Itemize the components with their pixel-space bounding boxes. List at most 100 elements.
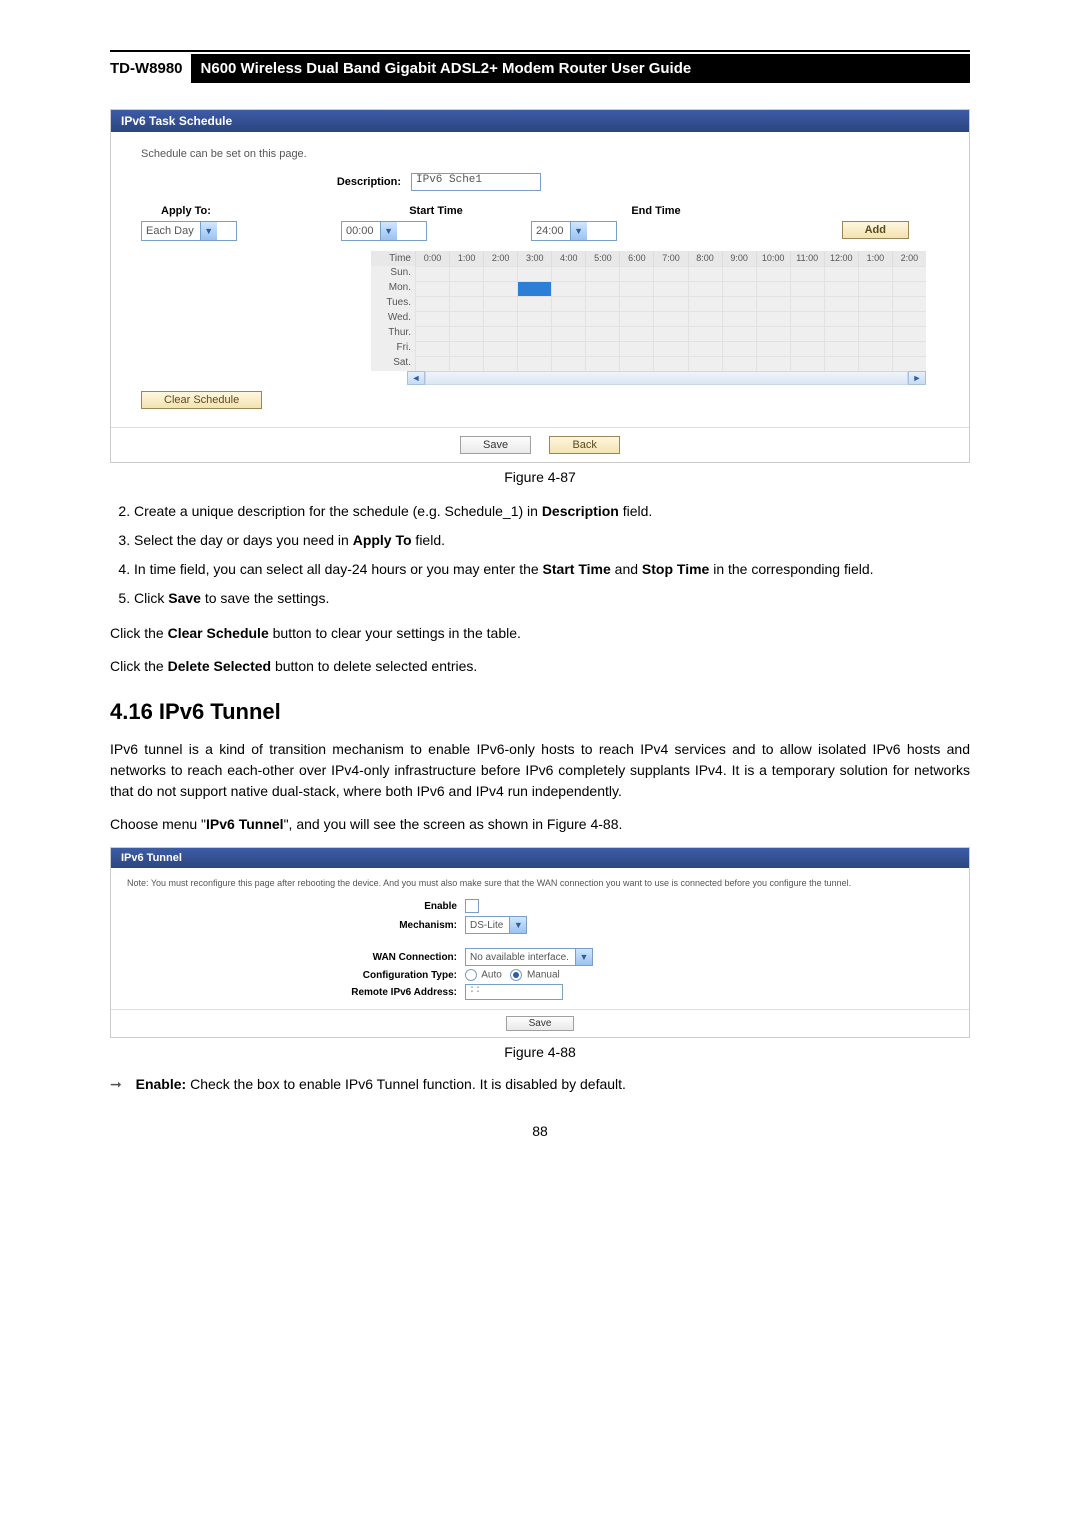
grid-cell[interactable] bbox=[688, 356, 722, 371]
grid-cell[interactable] bbox=[790, 311, 824, 326]
grid-cell[interactable] bbox=[653, 341, 687, 356]
grid-cell[interactable] bbox=[585, 356, 619, 371]
enable-checkbox[interactable] bbox=[465, 899, 479, 913]
grid-cell[interactable] bbox=[892, 356, 926, 371]
grid-cell[interactable] bbox=[551, 341, 585, 356]
grid-cell[interactable] bbox=[483, 326, 517, 341]
grid-cell[interactable] bbox=[858, 266, 892, 281]
grid-cell[interactable] bbox=[517, 326, 551, 341]
grid-cell[interactable] bbox=[790, 356, 824, 371]
grid-cell[interactable] bbox=[415, 341, 449, 356]
grid-cell[interactable] bbox=[619, 266, 653, 281]
grid-cell[interactable] bbox=[585, 341, 619, 356]
grid-cell[interactable] bbox=[722, 296, 756, 311]
grid-cell[interactable] bbox=[517, 341, 551, 356]
grid-cell[interactable] bbox=[449, 341, 483, 356]
cfgtype-auto-radio[interactable] bbox=[465, 969, 477, 981]
grid-cell[interactable] bbox=[619, 281, 653, 296]
grid-cell[interactable] bbox=[892, 266, 926, 281]
grid-cell[interactable] bbox=[858, 341, 892, 356]
grid-cell[interactable] bbox=[824, 281, 858, 296]
wan-connection-select[interactable]: No available interface. ▼ bbox=[465, 948, 593, 966]
grid-cell[interactable] bbox=[790, 341, 824, 356]
clear-schedule-button[interactable]: Clear Schedule bbox=[141, 391, 262, 409]
mechanism-select[interactable]: DS-Lite ▼ bbox=[465, 916, 527, 934]
grid-cell[interactable] bbox=[517, 281, 551, 296]
grid-cell[interactable] bbox=[653, 281, 687, 296]
save-button[interactable]: Save bbox=[506, 1016, 575, 1031]
end-time-select[interactable]: 24:00 ▼ bbox=[531, 221, 617, 241]
grid-cell[interactable] bbox=[688, 311, 722, 326]
grid-cell[interactable] bbox=[824, 311, 858, 326]
grid-cell[interactable] bbox=[892, 281, 926, 296]
grid-cell[interactable] bbox=[449, 266, 483, 281]
grid-cell[interactable] bbox=[449, 356, 483, 371]
grid-cell[interactable] bbox=[517, 356, 551, 371]
description-input[interactable]: IPv6 Sche1 bbox=[411, 173, 541, 191]
grid-cell[interactable] bbox=[585, 326, 619, 341]
grid-cell[interactable] bbox=[449, 326, 483, 341]
grid-cell[interactable] bbox=[415, 281, 449, 296]
grid-cell[interactable] bbox=[483, 311, 517, 326]
grid-cell[interactable] bbox=[483, 296, 517, 311]
grid-cell[interactable] bbox=[449, 311, 483, 326]
grid-cell[interactable] bbox=[483, 356, 517, 371]
grid-cell[interactable] bbox=[722, 266, 756, 281]
grid-cell[interactable] bbox=[415, 311, 449, 326]
grid-cell[interactable] bbox=[619, 326, 653, 341]
grid-cell[interactable] bbox=[551, 326, 585, 341]
grid-cell[interactable] bbox=[756, 326, 790, 341]
grid-cell[interactable] bbox=[892, 341, 926, 356]
apply-to-select[interactable]: Each Day ▼ bbox=[141, 221, 237, 241]
grid-cell[interactable] bbox=[517, 266, 551, 281]
grid-cell[interactable] bbox=[619, 341, 653, 356]
grid-cell[interactable] bbox=[892, 296, 926, 311]
grid-cell[interactable] bbox=[790, 281, 824, 296]
back-button[interactable]: Back bbox=[549, 436, 619, 454]
grid-cell[interactable] bbox=[722, 311, 756, 326]
grid-cell[interactable] bbox=[585, 311, 619, 326]
grid-cell[interactable] bbox=[858, 281, 892, 296]
grid-cell[interactable] bbox=[653, 326, 687, 341]
grid-cell[interactable] bbox=[619, 356, 653, 371]
schedule-grid[interactable]: Time 0:001:002:003:004:005:006:007:008:0… bbox=[371, 251, 926, 385]
grid-cell[interactable] bbox=[415, 296, 449, 311]
grid-cell[interactable] bbox=[415, 326, 449, 341]
grid-cell[interactable] bbox=[551, 266, 585, 281]
grid-cell[interactable] bbox=[517, 311, 551, 326]
grid-cell[interactable] bbox=[415, 356, 449, 371]
grid-cell[interactable] bbox=[653, 356, 687, 371]
grid-cell[interactable] bbox=[892, 326, 926, 341]
grid-cell[interactable] bbox=[688, 296, 722, 311]
grid-cell[interactable] bbox=[892, 311, 926, 326]
add-button[interactable]: Add bbox=[842, 221, 909, 239]
grid-cell[interactable] bbox=[449, 296, 483, 311]
grid-cell[interactable] bbox=[585, 266, 619, 281]
grid-cell[interactable] bbox=[858, 311, 892, 326]
grid-scrollbar[interactable]: ◄ ► bbox=[407, 371, 926, 385]
scroll-left-icon[interactable]: ◄ bbox=[407, 371, 425, 385]
grid-cell[interactable] bbox=[756, 356, 790, 371]
grid-cell[interactable] bbox=[824, 341, 858, 356]
grid-cell[interactable] bbox=[722, 341, 756, 356]
grid-cell[interactable] bbox=[483, 281, 517, 296]
grid-cell[interactable] bbox=[790, 326, 824, 341]
grid-cell[interactable] bbox=[517, 296, 551, 311]
grid-cell[interactable] bbox=[551, 311, 585, 326]
grid-cell[interactable] bbox=[722, 281, 756, 296]
grid-cell[interactable] bbox=[824, 296, 858, 311]
grid-cell[interactable] bbox=[858, 326, 892, 341]
remote-ipv6-input[interactable]: :: bbox=[465, 984, 563, 1000]
grid-cell[interactable] bbox=[551, 296, 585, 311]
save-button[interactable]: Save bbox=[460, 436, 531, 454]
grid-cell[interactable] bbox=[619, 311, 653, 326]
grid-cell[interactable] bbox=[619, 296, 653, 311]
grid-cell[interactable] bbox=[483, 341, 517, 356]
grid-cell[interactable] bbox=[688, 281, 722, 296]
grid-cell[interactable] bbox=[824, 356, 858, 371]
start-time-select[interactable]: 00:00 ▼ bbox=[341, 221, 427, 241]
grid-cell[interactable] bbox=[585, 296, 619, 311]
cfgtype-manual-radio[interactable] bbox=[510, 969, 522, 981]
grid-cell[interactable] bbox=[858, 296, 892, 311]
grid-cell[interactable] bbox=[653, 266, 687, 281]
